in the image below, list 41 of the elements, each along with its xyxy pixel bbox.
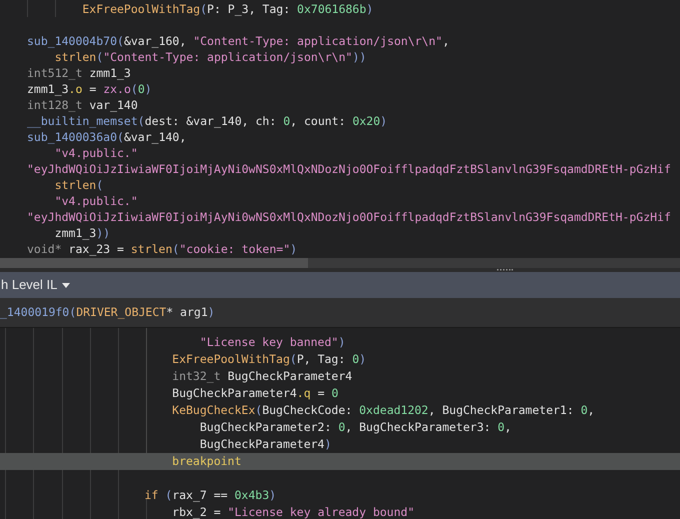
code-line: zmm1_3)) — [54, 226, 110, 240]
code-line: BugCheckParameter4.q = 0 — [171, 386, 338, 400]
code-line: zmm1_3.o = zx.o(0) — [27, 82, 152, 96]
code-row[interactable]: int32_t BugCheckParameter4 — [0, 368, 680, 385]
code-line: __builtin_memset(dest: &var_140, ch: 0, count: 0x20) — [27, 114, 388, 128]
code-line: BugCheckParameter4) — [198, 437, 332, 451]
selected-line-highlight[interactable]: breakpoint — [0, 453, 680, 470]
code-row[interactable]: BugCheckParameter2: 0, BugCheckParameter3: 0, — [0, 419, 680, 436]
code-line: "eyJhdWQiOiJzIiwiaWF0IjoiMjAyNi0wNS0xMlQxNDozNjo0OFoifflpadqdFztBSlanvlnG39FsqamdDREtH-pGzHif — [27, 210, 671, 224]
horizontal-scrollbar[interactable] — [0, 258, 680, 268]
code-line: KeBugCheckEx(BugCheckCode: 0xdead1202, BugCheckParameter1: 0, — [171, 403, 595, 417]
code-line: breakpoint — [171, 454, 242, 468]
code-line: sub_1400036a0(&var_140, — [27, 130, 186, 144]
il-dropdown[interactable]: h Level IL — [0, 272, 78, 298]
code-row[interactable]: ExFreePoolWithTag(P, Tag: 0) — [0, 351, 680, 368]
code-line: "eyJhdWQiOiJzIiwiaWF0IjoiMjAyNi0wNS0xMlQxNDozNjo0OFoifflpadqdFztBSlanvlnG39FsqamdDREtH-pGzHif — [27, 162, 671, 176]
code-row[interactable]: KeBugCheckEx(BugCheckCode: 0xdead1202, BugCheckParameter1: 0, — [0, 402, 680, 419]
code-row[interactable]: "License key banned") — [0, 334, 680, 351]
code-line: "v4.public." — [54, 194, 138, 208]
code-line: "License key banned") — [198, 335, 346, 349]
code-line: int32_t BugCheckParameter4 — [171, 369, 352, 383]
code-line: void* rax_23 = strlen("cookie: token=") — [27, 242, 298, 256]
code-line: strlen( — [54, 178, 104, 192]
code-row[interactable]: BugCheckParameter4.q = 0 — [0, 385, 680, 402]
code-row[interactable]: BugCheckParameter4) — [0, 436, 680, 453]
code-line: strlen("Content-Type: application/json\r\n")) — [54, 50, 366, 64]
scrollbar-thumb[interactable] — [0, 258, 308, 268]
code-line: if (rax_7 == 0x4b3) — [143, 488, 276, 502]
code-line: int512_t zmm1_3 — [27, 66, 131, 80]
code-line: ExFreePoolWithTag(P, Tag: 0) — [171, 352, 366, 366]
code-row[interactable]: rbx_2 = "License key already bound" — [0, 504, 680, 519]
code-line: ExFreePoolWithTag(P: P_3, Tag: 0x7061686b) — [81, 2, 374, 16]
function-signature: _1400019f0(DRIVER_OBJECT* arg1) — [0, 304, 215, 321]
code-line: BugCheckParameter2: 0, BugCheckParameter3: 0, — [198, 420, 512, 434]
code-line: rbx_2 = "License key already bound" — [171, 505, 414, 519]
code-line: sub_140004b70(&var_160, "Content-Type: application/json\r\n", — [27, 34, 450, 48]
code-row[interactable]: if (rax_7 == 0x4b3) — [0, 487, 680, 504]
grip-icon[interactable] — [497, 268, 513, 271]
code-line: int128_t var_140 — [27, 98, 138, 112]
caret-icon — [62, 282, 70, 288]
code-line: "v4.public." — [54, 146, 138, 160]
